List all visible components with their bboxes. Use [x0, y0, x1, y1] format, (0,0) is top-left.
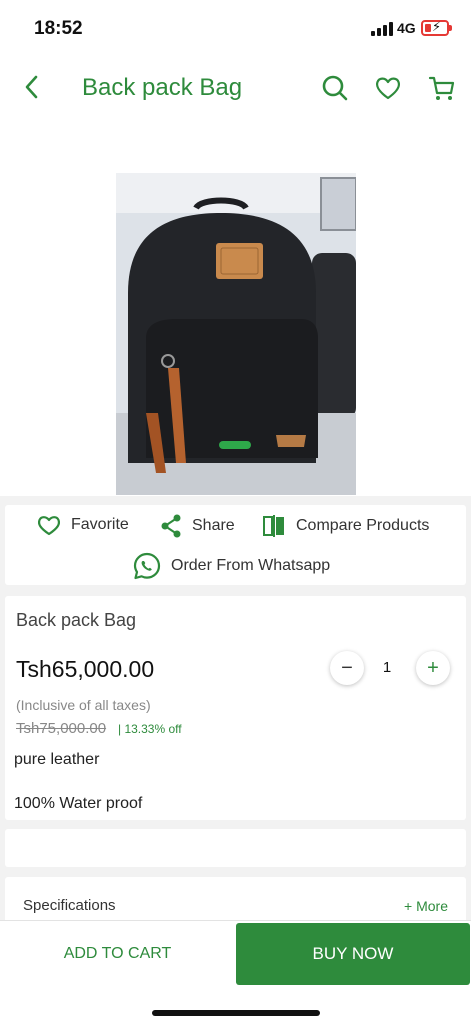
whatsapp-order-button[interactable]: Order From Whatsapp	[133, 552, 330, 580]
wishlist-button[interactable]	[374, 74, 402, 102]
status-bar: 18:52 4G ⚡	[0, 0, 471, 56]
empty-card	[5, 829, 466, 867]
share-icon	[161, 514, 181, 538]
product-name: Back pack Bag	[16, 610, 137, 630]
buy-now-button[interactable]: BUY NOW	[236, 923, 470, 985]
compare-icon	[263, 515, 284, 537]
product-header: Back pack Bag	[0, 56, 471, 496]
favorite-label: Favorite	[71, 516, 129, 533]
original-price: Tsh75,000.00	[16, 720, 107, 737]
battery-icon: ⚡	[421, 19, 452, 36]
favorite-button[interactable]: Favorite	[37, 514, 129, 536]
heart-icon	[376, 77, 400, 100]
tax-note: (Inclusive of all taxes)	[16, 697, 151, 713]
search-icon	[322, 75, 348, 101]
back-button[interactable]	[20, 74, 44, 100]
home-indicator[interactable]	[152, 1010, 320, 1016]
product-actions: Favorite Share Compare Products Order Fr…	[5, 505, 466, 585]
add-to-cart-button[interactable]: ADD TO CART	[0, 923, 235, 985]
cart-icon	[428, 76, 455, 100]
product-price: Tsh65,000.00	[16, 656, 155, 682]
chevron-left-icon	[25, 75, 38, 99]
page-title: Back pack Bag	[82, 74, 243, 101]
compare-button[interactable]: Compare Products	[262, 514, 429, 538]
whatsapp-icon	[133, 552, 161, 580]
description-line: 100% Water proof	[14, 795, 143, 812]
specifications-more-link[interactable]: + More	[404, 898, 448, 914]
product-details: Back pack Bag Tsh65,000.00 − 1 + (Inclus…	[5, 596, 466, 820]
compare-label: Compare Products	[296, 517, 430, 534]
description-line: pure leather	[14, 751, 100, 768]
share-label: Share	[192, 517, 235, 534]
quantity-value: 1	[382, 659, 392, 676]
search-button[interactable]	[321, 74, 349, 102]
quantity-increment-button[interactable]: +	[416, 651, 450, 685]
cart-button[interactable]	[428, 74, 456, 102]
share-button[interactable]: Share	[160, 514, 235, 538]
bottom-action-bar: ADD TO CART BUY NOW	[0, 920, 471, 1024]
status-time: 18:52	[34, 18, 83, 39]
signal-icon	[371, 22, 393, 36]
whatsapp-label: Order From Whatsapp	[171, 557, 331, 574]
specifications-title: Specifications	[23, 897, 116, 914]
discount-badge: | 13.33% off	[118, 722, 182, 736]
product-image[interactable]	[116, 173, 356, 495]
minus-icon: −	[341, 656, 353, 679]
network-type: 4G	[397, 20, 416, 36]
plus-icon: +	[427, 656, 439, 679]
quantity-decrement-button[interactable]: −	[330, 651, 364, 685]
heart-icon	[37, 516, 61, 536]
